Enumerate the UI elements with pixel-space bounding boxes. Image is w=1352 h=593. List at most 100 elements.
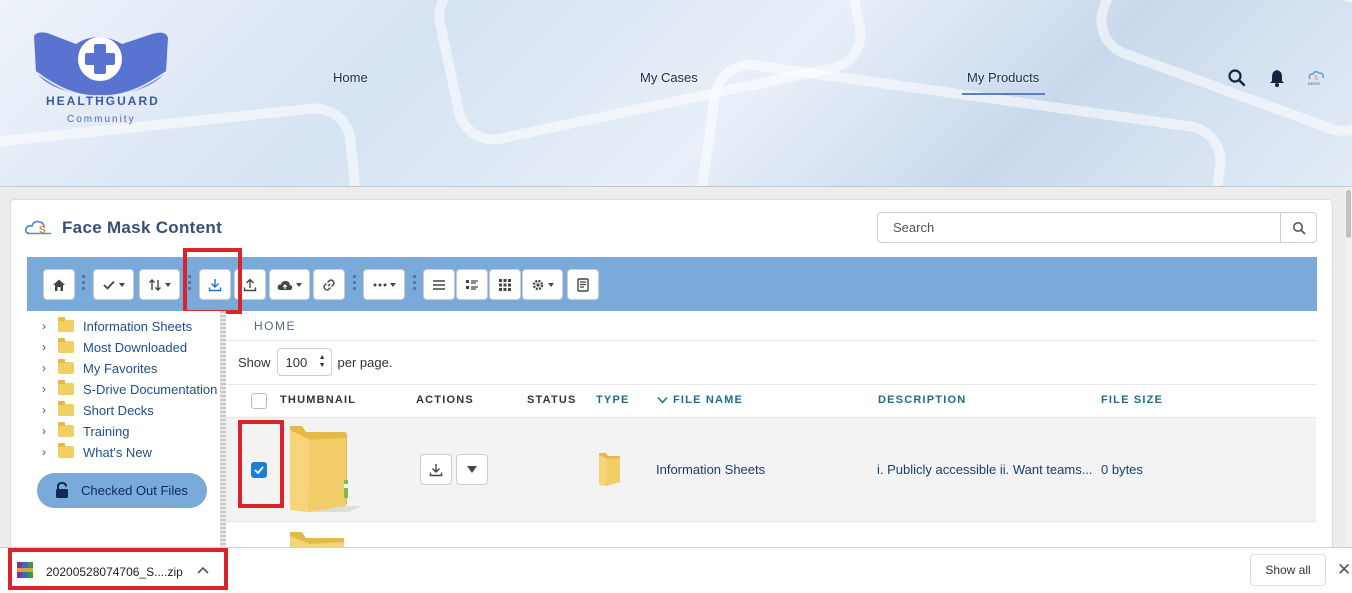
table-row[interactable] <box>226 522 1316 547</box>
grid-view-button[interactable] <box>489 269 521 300</box>
download-icon <box>208 278 222 291</box>
cloud-upload-menu-icon <box>277 280 293 290</box>
cloud-upload-menu-button[interactable] <box>269 269 310 300</box>
chevron-right-icon[interactable]: › <box>42 382 54 396</box>
column-type[interactable]: TYPE <box>596 394 630 406</box>
nav-home[interactable]: Home <box>333 70 368 85</box>
notes-button[interactable] <box>567 269 599 300</box>
table-row[interactable] <box>226 418 1316 522</box>
search-input[interactable]: Search <box>877 212 1281 243</box>
detail-view-icon <box>466 279 478 290</box>
check-menu-icon <box>103 280 115 290</box>
folder-icon <box>58 317 74 332</box>
row-download-button[interactable] <box>420 454 452 485</box>
chevron-down-icon <box>389 282 396 287</box>
detail-view-button[interactable] <box>456 269 488 300</box>
nav-my-cases[interactable]: My Cases <box>640 70 698 85</box>
nav-my-products[interactable]: My Products <box>967 70 1039 85</box>
list-view-button[interactable] <box>423 269 455 300</box>
column-description[interactable]: DESCRIPTION <box>878 394 966 406</box>
link-icon <box>323 278 335 291</box>
chevron-right-icon[interactable]: › <box>42 340 54 354</box>
tree-item-label: Information Sheets <box>83 318 193 334</box>
column-file-name-label: FILE NAME <box>673 394 744 406</box>
bell-icon[interactable] <box>1267 68 1287 88</box>
search-icon[interactable] <box>1227 68 1247 88</box>
folder-thumbnail-icon[interactable] <box>288 530 348 547</box>
tree-item-label: Training <box>83 423 130 439</box>
folder-type-icon <box>599 453 620 486</box>
download-button[interactable] <box>199 269 231 300</box>
close-icon[interactable]: ✕ <box>1337 560 1351 580</box>
upload-button[interactable] <box>234 269 266 300</box>
checked-out-files-button[interactable]: Checked Out Files <box>37 473 207 508</box>
search-button[interactable] <box>1280 212 1317 243</box>
tree-item-my-favorites[interactable]: › My Favorites <box>42 359 157 377</box>
link-button[interactable] <box>313 269 345 300</box>
per-page-stepper[interactable]: 100 ▲ ▼ <box>276 348 332 376</box>
notes-icon <box>577 277 589 292</box>
column-file-name[interactable]: FILE NAME <box>657 394 743 406</box>
page-scrollbar-thumb[interactable] <box>1346 190 1351 238</box>
grid-view-icon <box>499 278 511 291</box>
chevron-right-icon[interactable]: › <box>42 424 54 438</box>
folder-icon <box>58 401 74 416</box>
chevron-down-icon <box>548 282 554 287</box>
column-file-size[interactable]: FILE SIZE <box>1101 394 1163 406</box>
settings-menu-button[interactable] <box>522 269 563 300</box>
home-icon <box>53 279 65 291</box>
tree-item-label: Most Downloaded <box>83 339 188 355</box>
select-all-checkbox[interactable] <box>251 393 267 409</box>
tree-item-label: S-Drive Documentation <box>83 381 218 397</box>
tree-item-information-sheets[interactable]: › Information Sheets <box>42 317 192 335</box>
chevron-down-icon <box>296 282 302 287</box>
downloaded-file-name[interactable]: 20200528074706_S....zip <box>46 565 183 579</box>
home-button[interactable] <box>43 269 75 300</box>
file-description: i. Publicly accessible ii. Want teams... <box>877 462 1093 477</box>
breadcrumb-home[interactable]: HOME <box>254 319 296 333</box>
chevron-right-icon[interactable]: › <box>42 361 54 375</box>
toolbar-separator <box>188 275 191 293</box>
stepper-arrows-icon[interactable]: ▲ ▼ <box>319 354 326 370</box>
tree-item-s-drive-documentation[interactable]: › S-Drive Documentation <box>42 380 217 398</box>
background-mask-image <box>689 54 1231 186</box>
per-page-suffix: per page. <box>337 354 393 370</box>
tree-item-label: My Favorites <box>83 360 158 376</box>
sdrive-cloud-icon: S <box>25 220 51 236</box>
chevron-up-icon[interactable] <box>197 566 209 574</box>
zip-archive-icon <box>17 562 33 578</box>
caret-down-icon <box>467 466 477 473</box>
tree-item-whats-new[interactable]: › What's New <box>42 443 152 461</box>
per-page-value: 100 <box>285 354 308 370</box>
column-thumbnail: THUMBNAIL <box>280 394 357 406</box>
sort-menu-icon <box>149 278 161 291</box>
folder-thumbnail-icon[interactable] <box>288 424 364 512</box>
folder-icon <box>58 338 74 353</box>
sort-descending-icon <box>657 396 668 404</box>
more-menu-icon <box>373 283 386 286</box>
tree-item-most-downloaded[interactable]: › Most Downloaded <box>42 338 187 356</box>
tree-item-training[interactable]: › Training <box>42 422 129 440</box>
folder-icon <box>58 359 74 374</box>
checked-out-files-label: Checked Out Files <box>81 483 188 498</box>
select-menu-button[interactable] <box>93 269 134 300</box>
sort-menu-button[interactable] <box>139 269 180 300</box>
chevron-right-icon[interactable]: › <box>42 319 54 333</box>
tree-item-short-decks[interactable]: › Short Decks <box>42 401 154 419</box>
more-actions-button[interactable] <box>363 269 405 300</box>
tree-item-label: What's New <box>83 444 152 460</box>
file-name-link[interactable]: Information Sheets <box>656 462 765 477</box>
folder-icon <box>58 380 74 395</box>
logo-title: HEALTHGUARD <box>46 94 160 108</box>
row-checkbox[interactable] <box>251 462 267 478</box>
chevron-right-icon[interactable]: › <box>42 445 54 459</box>
show-all-button[interactable]: Show all <box>1250 554 1326 586</box>
list-view-icon <box>433 279 445 290</box>
page-scrollbar[interactable] <box>1345 187 1352 547</box>
toolbar-separator <box>353 275 356 293</box>
sdrive-avatar-icon[interactable]: S DRIVE <box>1305 68 1327 88</box>
row-actions-dropdown[interactable] <box>456 454 488 485</box>
download-icon <box>429 463 443 476</box>
chevron-right-icon[interactable]: › <box>42 403 54 417</box>
settings-menu-icon <box>532 279 544 290</box>
